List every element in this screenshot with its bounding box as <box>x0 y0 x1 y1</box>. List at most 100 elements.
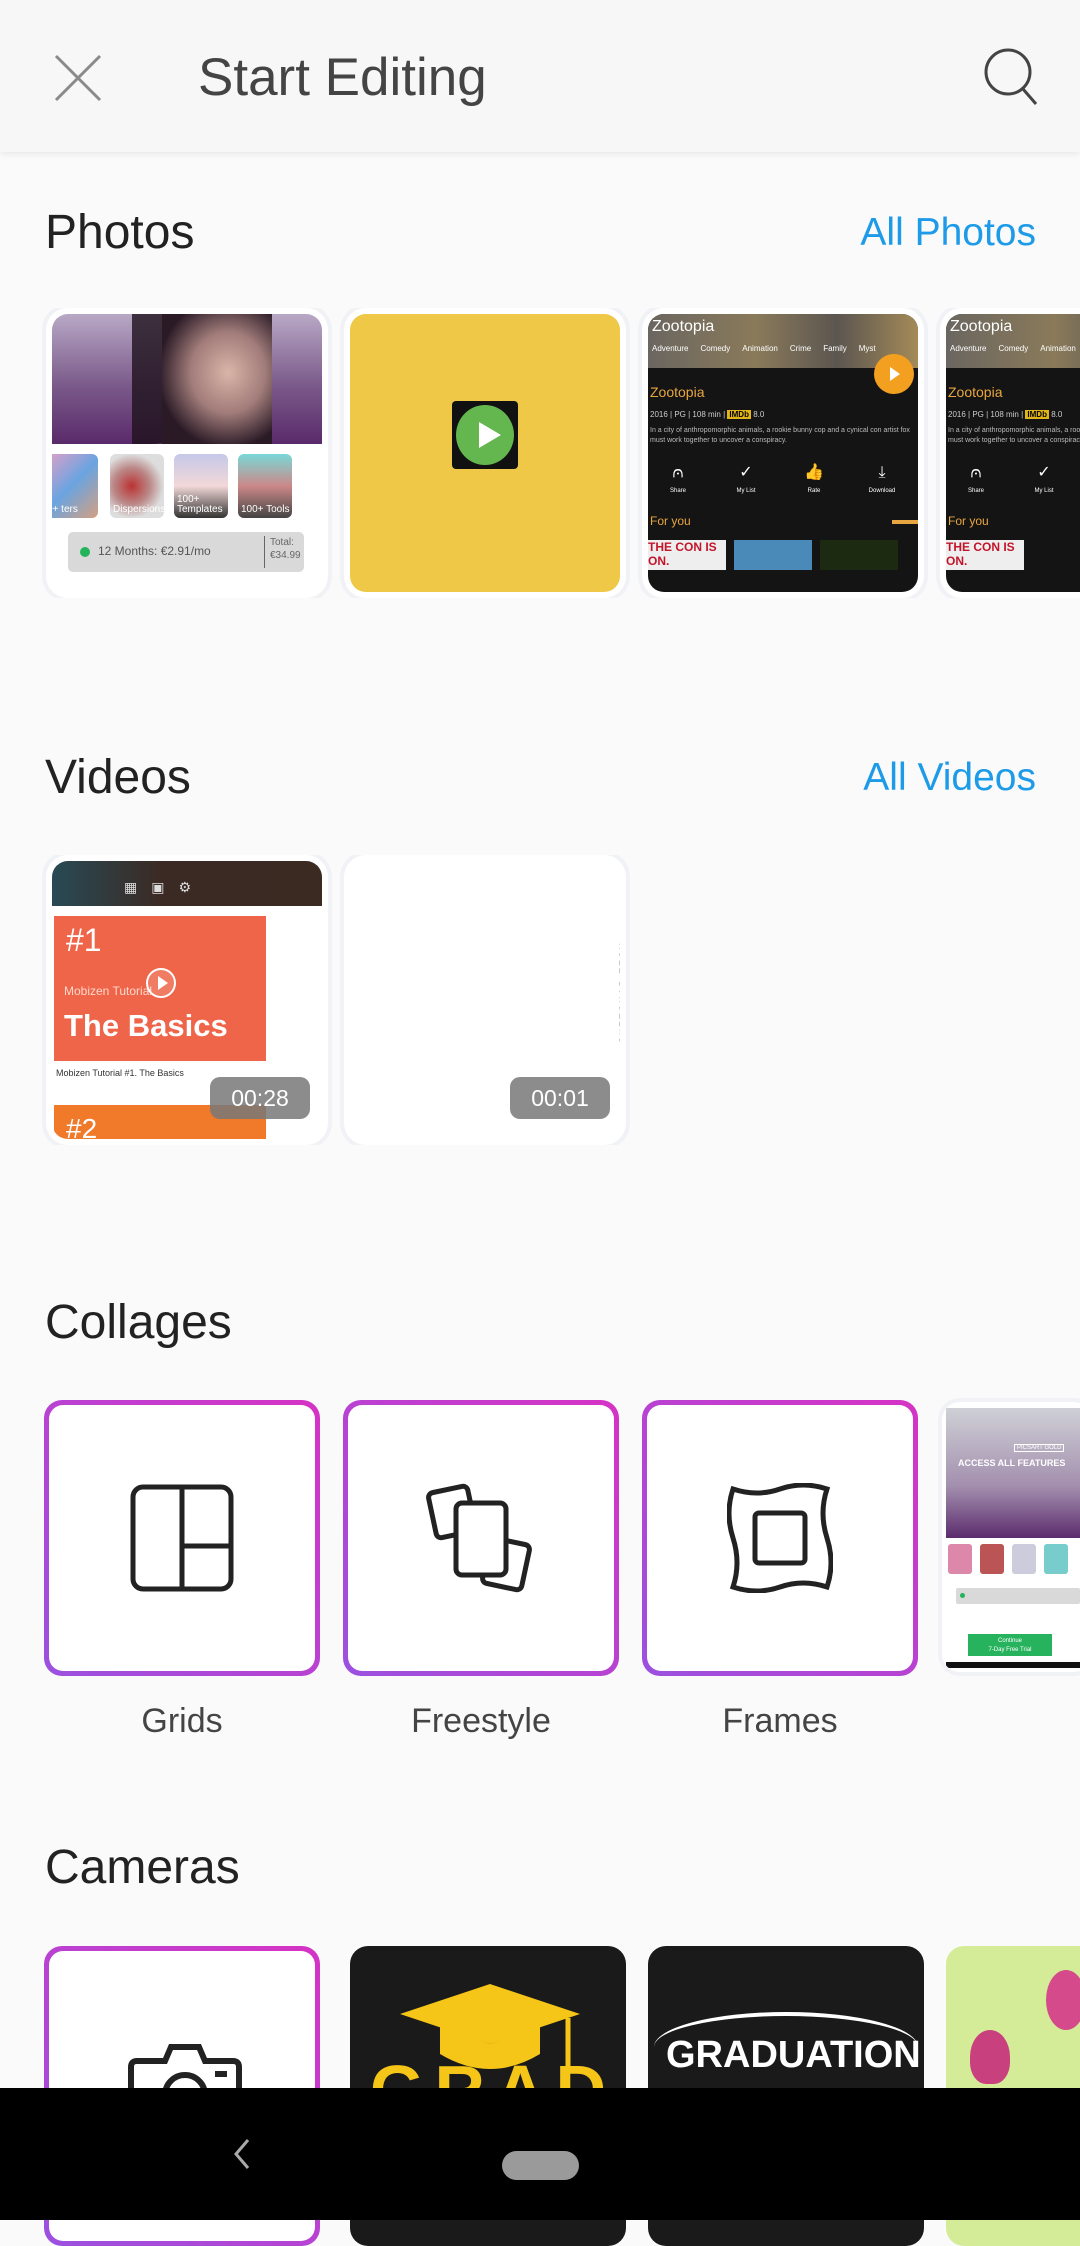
collage-label: Freestyle <box>411 1702 551 1740</box>
price-text: 12 Months: €2.91/mo <box>98 544 211 558</box>
all-videos-link[interactable]: All Videos <box>863 750 1036 806</box>
download-action: ⤓ Download <box>852 464 912 494</box>
movie-screenshot: Zootopia Adventure Comedy Animation Zootop… <box>946 314 1080 592</box>
divider <box>264 536 265 568</box>
tutorial-headline: The Basics <box>64 1008 228 1043</box>
share-icon: ⩀ <box>672 464 684 481</box>
feature-thumbnails <box>948 1544 1080 1574</box>
home-button[interactable] <box>502 2151 579 2180</box>
photo-thumbnail[interactable] <box>344 308 626 598</box>
grid-layout-icon <box>130 1484 234 1592</box>
videos-row: ▦▣⚙ #1 Mobizen Tutorial The Basics Mobiz… <box>0 855 1080 1145</box>
genre-list: Adventure Comedy Animation Crime Family Myst <box>652 344 876 353</box>
top-app-bar: Start Editing <box>0 0 1080 152</box>
close-button[interactable] <box>48 48 108 108</box>
tutorial-number: #1 <box>66 922 102 958</box>
photos-row: 0+ ters Dispersions 100+ Templates 100+ … <box>0 308 1080 598</box>
check-icon: ✓ <box>1037 464 1051 481</box>
feature-thumb: 100+ Templates <box>174 454 228 518</box>
mylist-action: ✓ My List <box>1014 464 1074 494</box>
video-caption: Mobizen Tutorial #1. The Basics <box>56 1068 184 1078</box>
banner-title: Zootopia <box>950 318 1013 335</box>
duration-badge: 00:28 <box>210 1077 310 1119</box>
all-photos-link[interactable]: All Photos <box>860 205 1036 261</box>
frame-layout-icon <box>727 1483 833 1593</box>
movie-meta: 2016 | PG | 108 min | IMDb 8.0 <box>948 410 1063 419</box>
collage-freestyle[interactable] <box>343 1400 619 1676</box>
sticker-text: GRADUATION <box>666 2034 921 2076</box>
movie-description: In a city of anthropomorphic animals, a … <box>948 427 1080 444</box>
tutorial-subtitle: Mobizen Tutorial <box>64 984 153 998</box>
collage-label: Frames <box>722 1702 838 1740</box>
back-icon <box>234 2139 250 2169</box>
promo-bottom-bar <box>946 1662 1080 1668</box>
price-option <box>956 1588 1080 1604</box>
movie-actions: ⩀ Share ✓ My List <box>946 464 1080 506</box>
poster: THE CON IS ON. <box>648 540 726 570</box>
thumbs-up-icon: 👍 <box>804 464 824 481</box>
system-navigation-bar <box>0 2088 1080 2220</box>
flower-shape <box>970 2030 1010 2084</box>
genre-list: Adventure Comedy Animation <box>950 344 1076 353</box>
section-title-collages: Collages <box>45 1296 232 1349</box>
play-icon <box>874 354 914 394</box>
banner-title: Zootopia <box>652 318 715 335</box>
back-button[interactable] <box>228 2134 258 2174</box>
movie-screenshot: Zootopia Adventure Comedy Animation Crime Fa… <box>648 314 918 592</box>
total-price: Total: €34.99 <box>270 537 301 561</box>
for-you-label: For you <box>948 514 989 528</box>
collage-frames[interactable] <box>642 1400 918 1676</box>
video-thumbnail[interactable]: ▦▣⚙ #1 Mobizen Tutorial The Basics Mobiz… <box>46 855 328 1145</box>
progress-bar <box>892 520 918 524</box>
movie-meta: 2016 | PG | 108 min | IMDb 8.0 <box>650 410 765 419</box>
promo-badge: PICSART GOLD <box>1014 1444 1065 1452</box>
mylist-action: ✓ My List <box>716 464 776 494</box>
collage-label: Grids <box>141 1702 223 1740</box>
tutorial-banner: #1 Mobizen Tutorial The Basics <box>54 916 266 1061</box>
yellow-background <box>350 314 620 592</box>
download-icon: ⤓ <box>878 464 886 481</box>
section-title-videos: Videos <box>45 751 191 804</box>
feature-thumbnails: 0+ ters Dispersions 100+ Templates 100+ … <box>52 454 322 520</box>
rate-action: 👍 Rate <box>784 464 844 494</box>
video-thumbnail[interactable]: SKETCHAR.TECH 00:01 <box>344 855 626 1145</box>
watermark: SKETCHAR.TECH <box>618 941 620 1044</box>
page-title: Start Editing <box>198 48 487 107</box>
close-icon <box>54 54 102 102</box>
play-icon <box>146 968 176 998</box>
section-title-photos: Photos <box>45 206 195 259</box>
poster: THE CON IS ON. <box>946 540 1024 570</box>
photo-thumbnail[interactable]: 0+ ters Dispersions 100+ Templates 100+ … <box>46 308 328 598</box>
continue-button-preview: Continue 7-Day Free Trial <box>968 1634 1052 1656</box>
photo-thumbnail[interactable]: Zootopia Adventure Comedy Animation Zootop… <box>940 308 1080 598</box>
feature-thumb: 100+ Tools <box>238 454 292 518</box>
promo-headline: ACCESS ALL FEATURES <box>958 1458 1066 1468</box>
share-icon: ⩀ <box>970 464 982 481</box>
flower-shape <box>1046 1970 1080 2030</box>
poster-row: THE CON IS ON. <box>946 540 1080 570</box>
duration-badge: 00:01 <box>510 1077 610 1119</box>
app-icon <box>452 401 518 469</box>
freestyle-layout-icon <box>426 1483 532 1593</box>
search-button[interactable] <box>980 44 1044 112</box>
price-option: 12 Months: €2.91/mo Total: €34.99 <box>68 532 304 572</box>
portrait-face <box>162 314 272 444</box>
movie-actions: ⩀ Share ✓ My List 👍 Rate ⤓ Download <box>648 464 918 506</box>
section-title-cameras: Cameras <box>45 1841 240 1894</box>
poster-row: THE CON IS ON. <box>648 540 918 570</box>
collage-promo-thumbnail[interactable]: PICSART GOLD ACCESS ALL FEATURES Continu… <box>942 1402 1080 1672</box>
selected-dot-icon <box>80 547 90 557</box>
check-icon: ✓ <box>739 464 753 481</box>
movie-name: Zootopia <box>948 384 1003 400</box>
search-icon <box>984 48 1038 105</box>
collage-grids[interactable] <box>44 1400 320 1676</box>
feature-thumb: Dispersions <box>110 454 164 518</box>
play-icon <box>456 405 514 465</box>
photo-thumbnail[interactable]: Zootopia Adventure Comedy Animation Crime Fa… <box>642 308 924 598</box>
app-toolbar-preview: ▦▣⚙ <box>52 861 322 906</box>
share-action: ⩀ Share <box>946 464 1006 494</box>
poster <box>820 540 898 570</box>
movie-name: Zootopia <box>650 384 705 400</box>
poster <box>734 540 812 570</box>
promo-hero-image <box>946 1408 1080 1538</box>
